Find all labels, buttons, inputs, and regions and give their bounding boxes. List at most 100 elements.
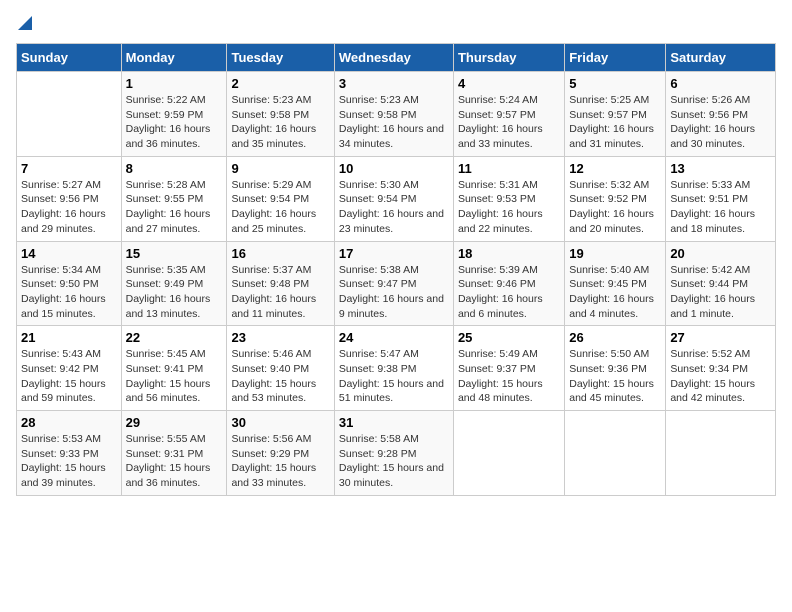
- calendar-cell: 6 Sunrise: 5:26 AMSunset: 9:56 PMDaylight…: [666, 72, 776, 157]
- logo: [16, 16, 32, 35]
- day-detail: Sunrise: 5:38 AMSunset: 9:47 PMDaylight:…: [339, 263, 449, 322]
- column-header-wednesday: Wednesday: [334, 44, 453, 72]
- day-detail: Sunrise: 5:30 AMSunset: 9:54 PMDaylight:…: [339, 178, 449, 237]
- day-number: 12: [569, 161, 661, 176]
- calendar-week-4: 21 Sunrise: 5:43 AMSunset: 9:42 PMDayligh…: [17, 326, 776, 411]
- day-detail: Sunrise: 5:58 AMSunset: 9:28 PMDaylight:…: [339, 432, 449, 491]
- day-detail: Sunrise: 5:43 AMSunset: 9:42 PMDaylight:…: [21, 347, 117, 406]
- day-number: 7: [21, 161, 117, 176]
- calendar-cell: [17, 72, 122, 157]
- day-detail: Sunrise: 5:28 AMSunset: 9:55 PMDaylight:…: [126, 178, 223, 237]
- day-number: 24: [339, 330, 449, 345]
- calendar-cell: 18 Sunrise: 5:39 AMSunset: 9:46 PMDayligh…: [453, 241, 564, 326]
- day-detail: Sunrise: 5:46 AMSunset: 9:40 PMDaylight:…: [231, 347, 329, 406]
- calendar-cell: 2 Sunrise: 5:23 AMSunset: 9:58 PMDaylight…: [227, 72, 334, 157]
- day-detail: Sunrise: 5:23 AMSunset: 9:58 PMDaylight:…: [231, 93, 329, 152]
- calendar-week-3: 14Sunrise: 5:34 AMSunset: 9:50 PMDayligh…: [17, 241, 776, 326]
- day-number: 22: [126, 330, 223, 345]
- calendar-cell: 31 Sunrise: 5:58 AMSunset: 9:28 PMDayligh…: [334, 411, 453, 496]
- header-row: SundayMondayTuesdayWednesdayThursdayFrid…: [17, 44, 776, 72]
- day-detail: Sunrise: 5:31 AMSunset: 9:53 PMDaylight:…: [458, 178, 560, 237]
- calendar-cell: [565, 411, 666, 496]
- logo-triangle-icon: [18, 16, 32, 35]
- day-number: 29: [126, 415, 223, 430]
- day-number: 11: [458, 161, 560, 176]
- calendar-cell: 30 Sunrise: 5:56 AMSunset: 9:29 PMDayligh…: [227, 411, 334, 496]
- day-number: 23: [231, 330, 329, 345]
- day-detail: Sunrise: 5:39 AMSunset: 9:46 PMDaylight:…: [458, 263, 560, 322]
- day-number: 6: [670, 76, 771, 91]
- day-number: 2: [231, 76, 329, 91]
- column-header-monday: Monday: [121, 44, 227, 72]
- day-detail: Sunrise: 5:32 AMSunset: 9:52 PMDaylight:…: [569, 178, 661, 237]
- day-detail: Sunrise: 5:34 AMSunset: 9:50 PMDaylight:…: [21, 263, 117, 322]
- day-number: 21: [21, 330, 117, 345]
- day-number: 4: [458, 76, 560, 91]
- calendar-cell: [453, 411, 564, 496]
- day-detail: Sunrise: 5:50 AMSunset: 9:36 PMDaylight:…: [569, 347, 661, 406]
- day-detail: Sunrise: 5:29 AMSunset: 9:54 PMDaylight:…: [231, 178, 329, 237]
- day-detail: Sunrise: 5:47 AMSunset: 9:38 PMDaylight:…: [339, 347, 449, 406]
- calendar-cell: 28 Sunrise: 5:53 AMSunset: 9:33 PMDayligh…: [17, 411, 122, 496]
- column-header-saturday: Saturday: [666, 44, 776, 72]
- calendar-cell: 29 Sunrise: 5:55 AMSunset: 9:31 PMDayligh…: [121, 411, 227, 496]
- calendar-cell: 9 Sunrise: 5:29 AMSunset: 9:54 PMDaylight…: [227, 156, 334, 241]
- calendar-cell: 15 Sunrise: 5:35 AMSunset: 9:49 PMDayligh…: [121, 241, 227, 326]
- calendar-week-5: 28 Sunrise: 5:53 AMSunset: 9:33 PMDayligh…: [17, 411, 776, 496]
- column-header-thursday: Thursday: [453, 44, 564, 72]
- calendar-cell: 16 Sunrise: 5:37 AMSunset: 9:48 PMDayligh…: [227, 241, 334, 326]
- calendar-cell: 14Sunrise: 5:34 AMSunset: 9:50 PMDayligh…: [17, 241, 122, 326]
- day-number: 28: [21, 415, 117, 430]
- day-detail: Sunrise: 5:35 AMSunset: 9:49 PMDaylight:…: [126, 263, 223, 322]
- day-detail: Sunrise: 5:23 AMSunset: 9:58 PMDaylight:…: [339, 93, 449, 152]
- day-detail: Sunrise: 5:45 AMSunset: 9:41 PMDaylight:…: [126, 347, 223, 406]
- day-number: 18: [458, 246, 560, 261]
- calendar-cell: 19 Sunrise: 5:40 AMSunset: 9:45 PMDayligh…: [565, 241, 666, 326]
- calendar-cell: 17 Sunrise: 5:38 AMSunset: 9:47 PMDayligh…: [334, 241, 453, 326]
- calendar-cell: 13Sunrise: 5:33 AMSunset: 9:51 PMDayligh…: [666, 156, 776, 241]
- day-number: 8: [126, 161, 223, 176]
- column-header-sunday: Sunday: [17, 44, 122, 72]
- day-number: 19: [569, 246, 661, 261]
- calendar-cell: 26 Sunrise: 5:50 AMSunset: 9:36 PMDayligh…: [565, 326, 666, 411]
- day-detail: Sunrise: 5:26 AMSunset: 9:56 PMDaylight:…: [670, 93, 771, 152]
- day-number: 9: [231, 161, 329, 176]
- calendar-cell: 4 Sunrise: 5:24 AMSunset: 9:57 PMDaylight…: [453, 72, 564, 157]
- day-number: 13: [670, 161, 771, 176]
- calendar-week-2: 7 Sunrise: 5:27 AMSunset: 9:56 PMDaylight…: [17, 156, 776, 241]
- calendar-week-1: 1Sunrise: 5:22 AMSunset: 9:59 PMDaylight…: [17, 72, 776, 157]
- calendar-cell: 3Sunrise: 5:23 AMSunset: 9:58 PMDaylight…: [334, 72, 453, 157]
- calendar-cell: 23 Sunrise: 5:46 AMSunset: 9:40 PMDayligh…: [227, 326, 334, 411]
- calendar-cell: [666, 411, 776, 496]
- day-detail: Sunrise: 5:56 AMSunset: 9:29 PMDaylight:…: [231, 432, 329, 491]
- calendar-cell: 12 Sunrise: 5:32 AMSunset: 9:52 PMDayligh…: [565, 156, 666, 241]
- header: [16, 16, 776, 35]
- day-number: 5: [569, 76, 661, 91]
- day-number: 20: [670, 246, 771, 261]
- day-detail: Sunrise: 5:25 AMSunset: 9:57 PMDaylight:…: [569, 93, 661, 152]
- day-detail: Sunrise: 5:42 AMSunset: 9:44 PMDaylight:…: [670, 263, 771, 322]
- day-number: 17: [339, 246, 449, 261]
- column-header-tuesday: Tuesday: [227, 44, 334, 72]
- day-number: 15: [126, 246, 223, 261]
- day-detail: Sunrise: 5:40 AMSunset: 9:45 PMDaylight:…: [569, 263, 661, 322]
- day-detail: Sunrise: 5:24 AMSunset: 9:57 PMDaylight:…: [458, 93, 560, 152]
- day-detail: Sunrise: 5:53 AMSunset: 9:33 PMDaylight:…: [21, 432, 117, 491]
- day-detail: Sunrise: 5:27 AMSunset: 9:56 PMDaylight:…: [21, 178, 117, 237]
- calendar-cell: 20 Sunrise: 5:42 AMSunset: 9:44 PMDayligh…: [666, 241, 776, 326]
- day-number: 26: [569, 330, 661, 345]
- calendar-cell: 7 Sunrise: 5:27 AMSunset: 9:56 PMDaylight…: [17, 156, 122, 241]
- calendar-cell: 11 Sunrise: 5:31 AMSunset: 9:53 PMDayligh…: [453, 156, 564, 241]
- calendar-cell: 22 Sunrise: 5:45 AMSunset: 9:41 PMDayligh…: [121, 326, 227, 411]
- column-header-friday: Friday: [565, 44, 666, 72]
- day-number: 27: [670, 330, 771, 345]
- day-detail: Sunrise: 5:37 AMSunset: 9:48 PMDaylight:…: [231, 263, 329, 322]
- day-detail: Sunrise: 5:55 AMSunset: 9:31 PMDaylight:…: [126, 432, 223, 491]
- calendar-cell: 21 Sunrise: 5:43 AMSunset: 9:42 PMDayligh…: [17, 326, 122, 411]
- calendar-cell: 5 Sunrise: 5:25 AMSunset: 9:57 PMDaylight…: [565, 72, 666, 157]
- day-number: 16: [231, 246, 329, 261]
- day-number: 31: [339, 415, 449, 430]
- day-number: 30: [231, 415, 329, 430]
- calendar-cell: 1Sunrise: 5:22 AMSunset: 9:59 PMDaylight…: [121, 72, 227, 157]
- day-number: 10: [339, 161, 449, 176]
